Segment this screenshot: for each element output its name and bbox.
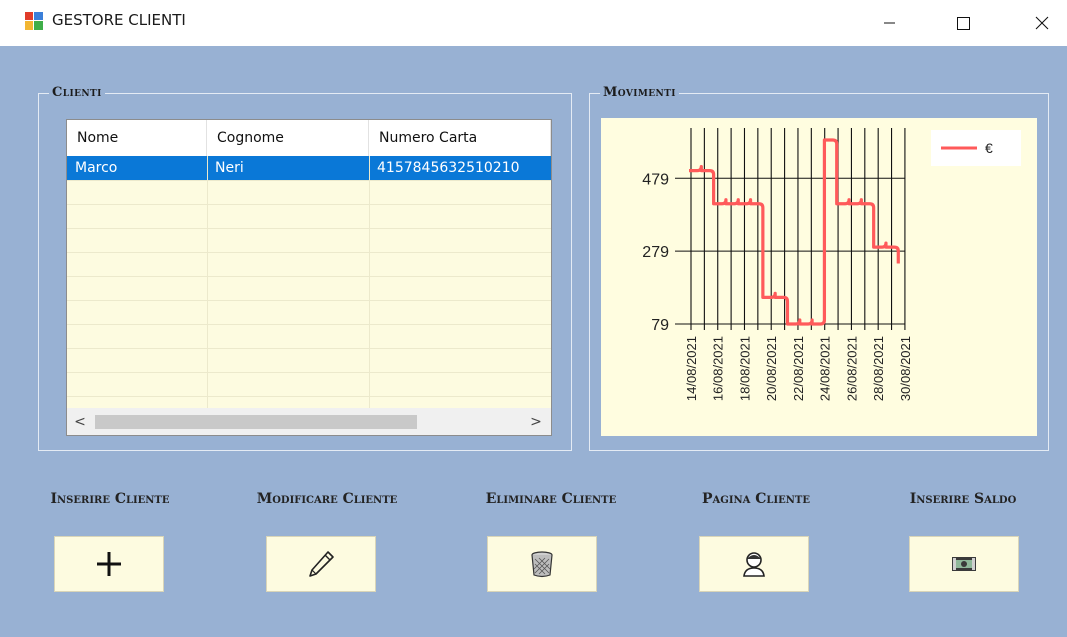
inserire-saldo-button[interactable] (909, 536, 1019, 592)
column-divider (369, 156, 370, 408)
x-tick-label: 22/08/2021 (791, 336, 806, 401)
x-tick-label: 14/08/2021 (684, 336, 699, 401)
movimenti-chart-svg: 79 279 479 14/08/2021 16/08/2021 18/08/2021 20… (642, 128, 1021, 401)
column-header-nome[interactable]: Nome (67, 120, 207, 156)
inserire-saldo-label: Inserire Saldo (909, 491, 1017, 507)
inserire-cliente-label: Inserire Cliente (50, 491, 170, 507)
x-tick-label: 24/08/2021 (818, 336, 833, 401)
eliminare-cliente-label: Eliminare Cliente (485, 491, 617, 507)
window-title: GESTORE CLIENTI (52, 11, 186, 29)
title-bar: GESTORE CLIENTI (0, 0, 1067, 46)
x-tick-label: 28/08/2021 (871, 336, 886, 401)
close-icon (1035, 16, 1049, 30)
legend-label: € (985, 140, 993, 156)
pagina-cliente-button[interactable] (699, 536, 809, 592)
x-tick-label: 18/08/2021 (737, 336, 752, 401)
row-divider (67, 300, 551, 301)
row-divider (67, 228, 551, 229)
scrollbar-thumb[interactable] (95, 415, 417, 429)
row-divider (67, 348, 551, 349)
money-icon (952, 557, 976, 571)
column-header-cognome[interactable]: Cognome (207, 120, 369, 156)
x-tick-label: 16/08/2021 (711, 336, 726, 401)
table-row[interactable]: Marco Neri 4157845632510210 (67, 156, 551, 180)
clienti-table[interactable]: Nome Cognome Numero Carta Marco Neri 415… (66, 119, 552, 436)
row-divider (67, 276, 551, 277)
table-header: Nome Cognome Numero Carta (67, 120, 551, 156)
row-divider (67, 372, 551, 373)
modificare-cliente-button[interactable] (266, 536, 376, 592)
y-tick-label: 79 (651, 317, 669, 334)
scroll-left-icon[interactable]: < (71, 412, 89, 432)
x-tick-label: 30/08/2021 (898, 336, 913, 401)
row-divider (67, 204, 551, 205)
y-tick-label: 479 (642, 171, 669, 188)
scroll-right-icon[interactable]: > (527, 412, 545, 432)
trash-icon (531, 551, 553, 578)
row-divider (67, 396, 551, 397)
pencil-icon (309, 551, 334, 577)
movimenti-group-title: Movimenti (600, 85, 679, 100)
plus-icon (97, 552, 121, 576)
cell-numero-carta: 4157845632510210 (377, 160, 520, 176)
horizontal-scrollbar[interactable]: < > (67, 408, 551, 435)
x-tick-label: 20/08/2021 (764, 336, 779, 401)
app-window-icon (25, 12, 43, 30)
minimize-icon (884, 22, 895, 24)
column-header-numero-carta[interactable]: Numero Carta (369, 120, 551, 156)
user-icon (743, 552, 765, 577)
row-divider (67, 180, 551, 181)
maximize-button[interactable] (940, 0, 986, 46)
row-divider (67, 252, 551, 253)
row-divider (67, 324, 551, 325)
x-tick-label: 26/08/2021 (844, 336, 859, 401)
close-button[interactable] (1019, 0, 1065, 46)
series-line (689, 138, 900, 326)
y-tick-label: 279 (642, 244, 669, 261)
maximize-icon (957, 17, 970, 30)
clienti-group-title: Clienti (49, 85, 105, 100)
minimize-button[interactable] (866, 0, 912, 46)
inserire-cliente-button[interactable] (54, 536, 164, 592)
column-divider (207, 156, 208, 408)
eliminare-cliente-button[interactable] (487, 536, 597, 592)
movimenti-chart: 79 279 479 14/08/2021 16/08/2021 18/08/2021 20… (601, 118, 1037, 436)
modificare-cliente-label: Modificare Cliente (256, 491, 398, 507)
cell-nome: Marco (75, 160, 118, 176)
cell-cognome: Neri (215, 160, 244, 176)
pagina-cliente-label: Pagina Cliente (702, 491, 810, 507)
